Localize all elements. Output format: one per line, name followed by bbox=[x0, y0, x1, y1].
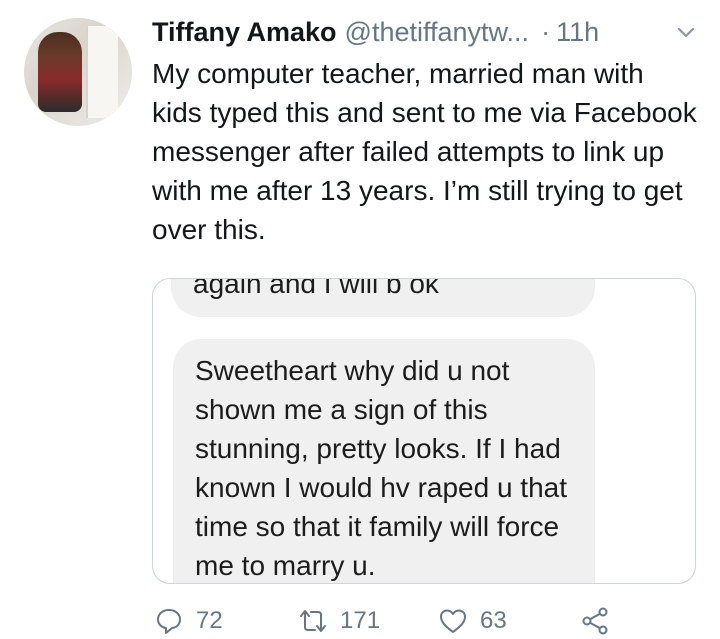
like-count: 63 bbox=[480, 607, 507, 634]
avatar-background bbox=[86, 26, 118, 118]
tweet-text: My computer teacher, married man with ki… bbox=[152, 58, 697, 245]
avatar[interactable] bbox=[24, 18, 132, 126]
share-button[interactable] bbox=[580, 603, 622, 639]
author-name[interactable]: Tiffany Amako bbox=[152, 17, 337, 48]
tweet-header: Tiffany Amako @thetiffanytw... · 11h bbox=[152, 14, 700, 50]
tweet-media[interactable]: again and I will b ok Sweetheart why did… bbox=[152, 278, 696, 584]
reply-count: 72 bbox=[196, 607, 223, 634]
tweet-actions: 72 171 63 bbox=[152, 603, 712, 639]
like-button[interactable]: 63 bbox=[438, 603, 507, 639]
share-icon bbox=[582, 607, 608, 635]
tweet-time[interactable]: 11h bbox=[556, 17, 599, 48]
retweet-count: 171 bbox=[340, 607, 381, 634]
chevron-down-icon[interactable] bbox=[674, 20, 698, 44]
avatar-figure bbox=[38, 32, 82, 112]
reply-icon bbox=[157, 609, 181, 634]
reply-button[interactable]: 72 bbox=[154, 603, 223, 639]
like-icon bbox=[440, 609, 466, 633]
retweet-icon bbox=[300, 610, 326, 632]
message-bubble-previous: again and I will b ok bbox=[171, 278, 595, 317]
previous-message-text: again and I will b ok bbox=[193, 278, 439, 299]
message-bubble: Sweetheart why did u not shown me a sign… bbox=[173, 339, 595, 583]
separator-dot: · bbox=[541, 16, 551, 47]
author-handle[interactable]: @thetiffanytw... bbox=[345, 17, 530, 48]
retweet-button[interactable]: 171 bbox=[298, 603, 380, 639]
